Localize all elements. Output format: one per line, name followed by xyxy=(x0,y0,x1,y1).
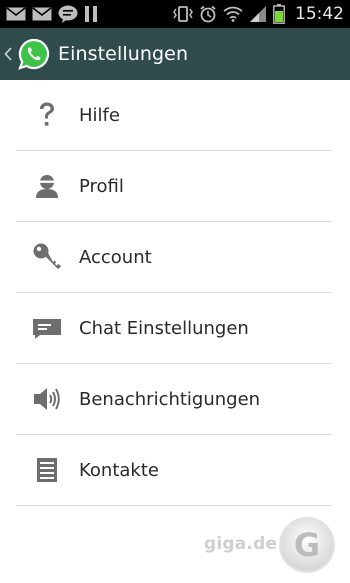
alarm-icon xyxy=(199,0,217,28)
chat-bubble-icon xyxy=(58,0,78,28)
signal-icon xyxy=(249,0,267,28)
wifi-icon xyxy=(223,0,243,28)
watermark-text: giga.de xyxy=(204,534,278,554)
mail-icon xyxy=(32,0,52,28)
giga-logo-icon: G xyxy=(278,516,336,574)
settings-item-label: Profil xyxy=(79,175,124,197)
settings-item-profil[interactable]: Profil xyxy=(16,151,332,222)
watermark-logo-letter: G xyxy=(294,526,320,564)
settings-item-hilfe[interactable]: Hilfe xyxy=(16,80,332,151)
whatsapp-logo-icon[interactable] xyxy=(18,38,50,70)
settings-item-chat-einstellungen[interactable]: Chat Einstellungen xyxy=(16,293,332,364)
status-left xyxy=(6,0,98,28)
speaker-icon xyxy=(31,383,63,415)
settings-list: Hilfe Profil Account Chat Einstellungen … xyxy=(16,80,332,506)
settings-item-label: Benachrichtigungen xyxy=(79,388,261,410)
action-bar: Einstellungen xyxy=(0,28,350,80)
profile-icon xyxy=(31,170,63,202)
help-icon xyxy=(31,99,63,131)
status-time: 15:42 xyxy=(295,4,344,24)
giga-watermark: giga.de G xyxy=(204,516,350,574)
contacts-icon xyxy=(31,454,63,486)
status-right: 15:42 xyxy=(173,0,344,28)
key-icon xyxy=(31,241,63,273)
settings-item-label: Chat Einstellungen xyxy=(79,317,249,339)
status-bar: 15:42 xyxy=(0,0,350,28)
settings-item-label: Account xyxy=(79,246,152,268)
back-chevron-icon[interactable] xyxy=(4,47,18,61)
settings-item-label: Kontakte xyxy=(79,459,159,481)
settings-item-benachrichtigungen[interactable]: Benachrichtigungen xyxy=(16,364,332,435)
mail-icon xyxy=(6,0,26,28)
battery-icon xyxy=(273,0,285,28)
chat-settings-icon xyxy=(31,312,63,344)
settings-item-kontakte[interactable]: Kontakte xyxy=(16,435,332,506)
pause-icon xyxy=(84,0,98,28)
page-title: Einstellungen xyxy=(58,43,189,65)
settings-item-label: Hilfe xyxy=(79,104,120,126)
settings-item-account[interactable]: Account xyxy=(16,222,332,293)
vibrate-icon xyxy=(173,0,193,28)
